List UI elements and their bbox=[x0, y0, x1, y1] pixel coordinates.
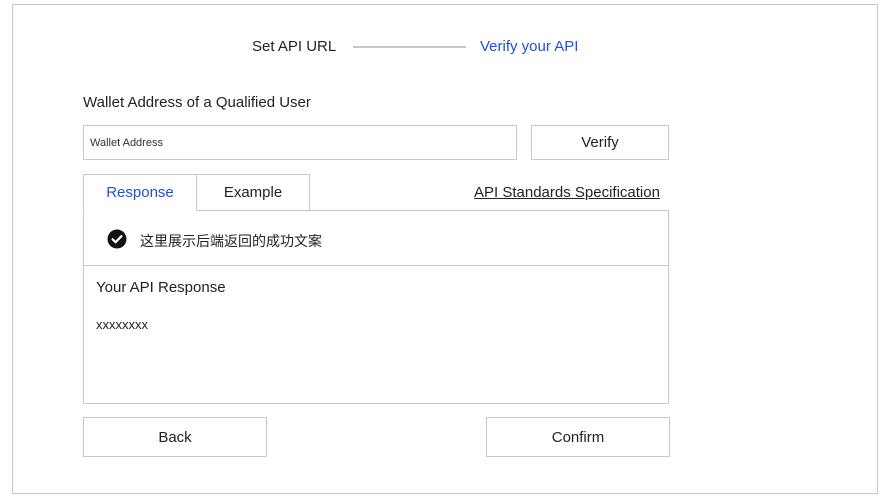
dialog: Set API URL Verify your API Wallet Addre… bbox=[12, 4, 878, 494]
wallet-address-input[interactable] bbox=[83, 125, 517, 160]
success-banner: 这里展示后端返回的成功文案 bbox=[84, 211, 668, 266]
verify-button[interactable]: Verify bbox=[531, 125, 669, 160]
confirm-button[interactable]: Confirm bbox=[486, 417, 670, 457]
back-button[interactable]: Back bbox=[83, 417, 267, 457]
tab-response[interactable]: Response bbox=[83, 174, 197, 211]
step-set-api-url: Set API URL bbox=[252, 38, 337, 55]
success-message: 这里展示后端返回的成功文案 bbox=[140, 233, 322, 249]
step-verify-api: Verify your API bbox=[480, 38, 579, 55]
stepper: Set API URL Verify your API bbox=[13, 36, 877, 58]
api-standards-link[interactable]: API Standards Specification bbox=[474, 184, 660, 201]
wallet-address-label: Wallet Address of a Qualified User bbox=[83, 94, 311, 111]
check-circle-icon bbox=[107, 229, 127, 249]
response-panel: 这里展示后端返回的成功文案 Your API Response xxxxxxxx bbox=[83, 210, 669, 404]
tab-example[interactable]: Example bbox=[196, 174, 310, 211]
step-connector bbox=[353, 46, 466, 48]
response-value: xxxxxxxx bbox=[96, 317, 148, 332]
response-title: Your API Response bbox=[96, 279, 226, 296]
